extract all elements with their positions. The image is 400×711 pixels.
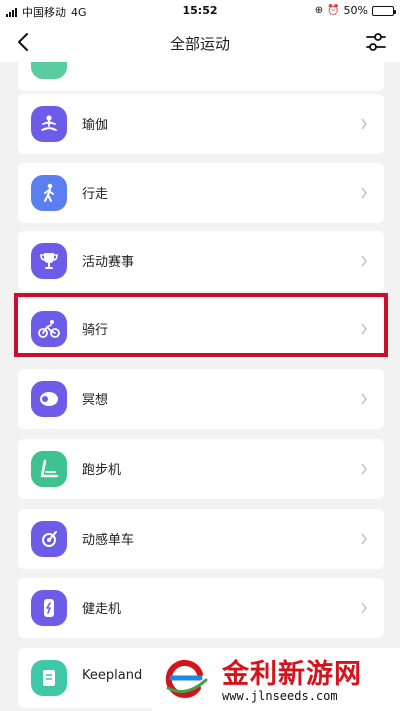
treadmill-icon: [31, 451, 67, 487]
sport-item-events[interactable]: 活动赛事: [18, 231, 384, 291]
sport-label: 动感单车: [82, 533, 135, 548]
sport-label: 瑜伽: [82, 118, 109, 133]
chevron-right-icon: [361, 393, 367, 405]
chevron-right-icon: [361, 323, 367, 335]
watermark-url: www.jlnseeds.com: [222, 689, 338, 703]
chevron-right-icon: [361, 463, 367, 475]
chevron-right-icon: [361, 118, 367, 130]
sport-label: 健走机: [82, 602, 122, 617]
partial-icon: [31, 62, 67, 79]
sport-item-walking-machine[interactable]: 健走机: [18, 578, 384, 638]
sport-item-treadmill[interactable]: 跑步机: [18, 439, 384, 499]
trophy-icon: [31, 243, 67, 279]
walking-icon: [31, 175, 67, 211]
sport-item-spinning[interactable]: 动感单车: [18, 509, 384, 569]
battery-percent: 50%: [343, 4, 368, 17]
spinning-bike-icon: [31, 521, 67, 557]
status-right: ⊕ ⏰ 50%: [314, 4, 396, 17]
sport-label: Keepland: [82, 668, 143, 683]
nav-bar: 全部运动: [0, 22, 400, 62]
sport-list: 瑜伽 行走 活动赛事 骑行 冥想 跑步机 动感单车 健走机 Keepland: [0, 62, 400, 711]
sport-label: 活动赛事: [82, 255, 135, 270]
yoga-icon: [31, 106, 67, 142]
rotation-lock-icon: ⊕: [314, 5, 324, 16]
sport-label: 骑行: [82, 323, 109, 338]
sport-item-meditation[interactable]: 冥想: [18, 369, 384, 429]
sport-item-walking[interactable]: 行走: [18, 163, 384, 223]
page-title: 全部运动: [169, 35, 230, 53]
cycling-icon: [31, 311, 67, 347]
status-bar: 中国移动 4G 15:52 ⊕ ⏰ 50%: [0, 0, 400, 22]
chevron-right-icon: [361, 533, 367, 545]
chevron-left-icon[interactable]: [12, 30, 36, 54]
chevron-right-icon: [361, 187, 367, 199]
keepland-icon: [31, 660, 67, 696]
meditation-icon: [31, 381, 67, 417]
chevron-right-icon: [361, 602, 367, 614]
sport-label: 跑步机: [82, 463, 122, 478]
walking-machine-icon: [31, 590, 67, 626]
watermark-title: 金利新游网: [222, 659, 362, 690]
chevron-right-icon: [361, 255, 367, 267]
alarm-icon: ⏰: [327, 5, 340, 16]
sport-label: 冥想: [82, 393, 109, 408]
sport-item-cycling[interactable]: 骑行: [18, 299, 384, 359]
battery-icon: [372, 5, 396, 16]
watermark: 金利新游网 www.jlnseeds.com: [152, 648, 400, 711]
sport-item-partial[interactable]: [18, 62, 384, 91]
sliders-icon[interactable]: [364, 30, 388, 54]
sport-item-yoga[interactable]: 瑜伽: [18, 94, 384, 154]
sport-label: 行走: [82, 187, 109, 202]
watermark-logo: [165, 659, 208, 698]
